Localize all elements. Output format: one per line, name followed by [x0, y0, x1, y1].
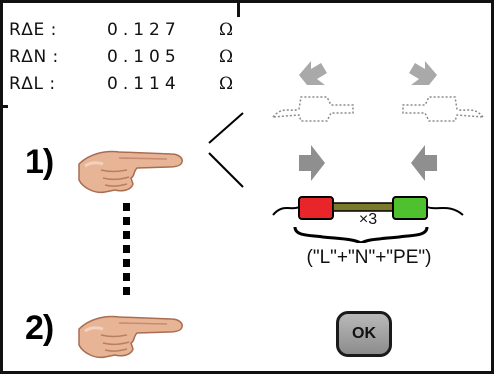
resistance-readings: RΔE : 0.127 Ω RΔN : 0.105 Ω RΔL : 0.114 … [3, 3, 233, 105]
reading-row-earth: RΔE : 0.127 Ω [9, 16, 234, 44]
reading-label-earth: RΔE : [9, 20, 57, 40]
reading-value-line: 0.114 [107, 74, 181, 94]
ohm-unit: Ω [219, 20, 234, 40]
repeat-count: ×3 [358, 211, 378, 228]
reading-label-line: RΔL : [9, 74, 56, 94]
step-2-label: 2) [25, 309, 54, 347]
ok-button[interactable]: OK [336, 311, 392, 357]
step-1-label: 1) [25, 143, 54, 181]
sequence-dotted-line [123, 203, 130, 295]
frame-divider [3, 105, 8, 108]
pointing-hand-icon [78, 315, 183, 359]
reading-row-line: RΔL : 0.114 Ω [9, 70, 233, 98]
reading-value-neutral: 0.105 [107, 47, 181, 67]
reading-label-neutral: RΔN : [9, 47, 59, 67]
reading-row-neutral: RΔN : 0.105 Ω [9, 43, 233, 71]
reading-value-earth: 0.127 [107, 20, 181, 40]
pointing-hand-icon [78, 150, 183, 194]
measurement-screen: RΔE : 0.127 Ω RΔN : 0.105 Ω RΔL : 0.114 … [0, 0, 494, 374]
conductor-list: ("L"+"N"+"PE") [306, 247, 432, 268]
disconnected-probes [271, 61, 485, 122]
frame-divider [237, 3, 240, 17]
